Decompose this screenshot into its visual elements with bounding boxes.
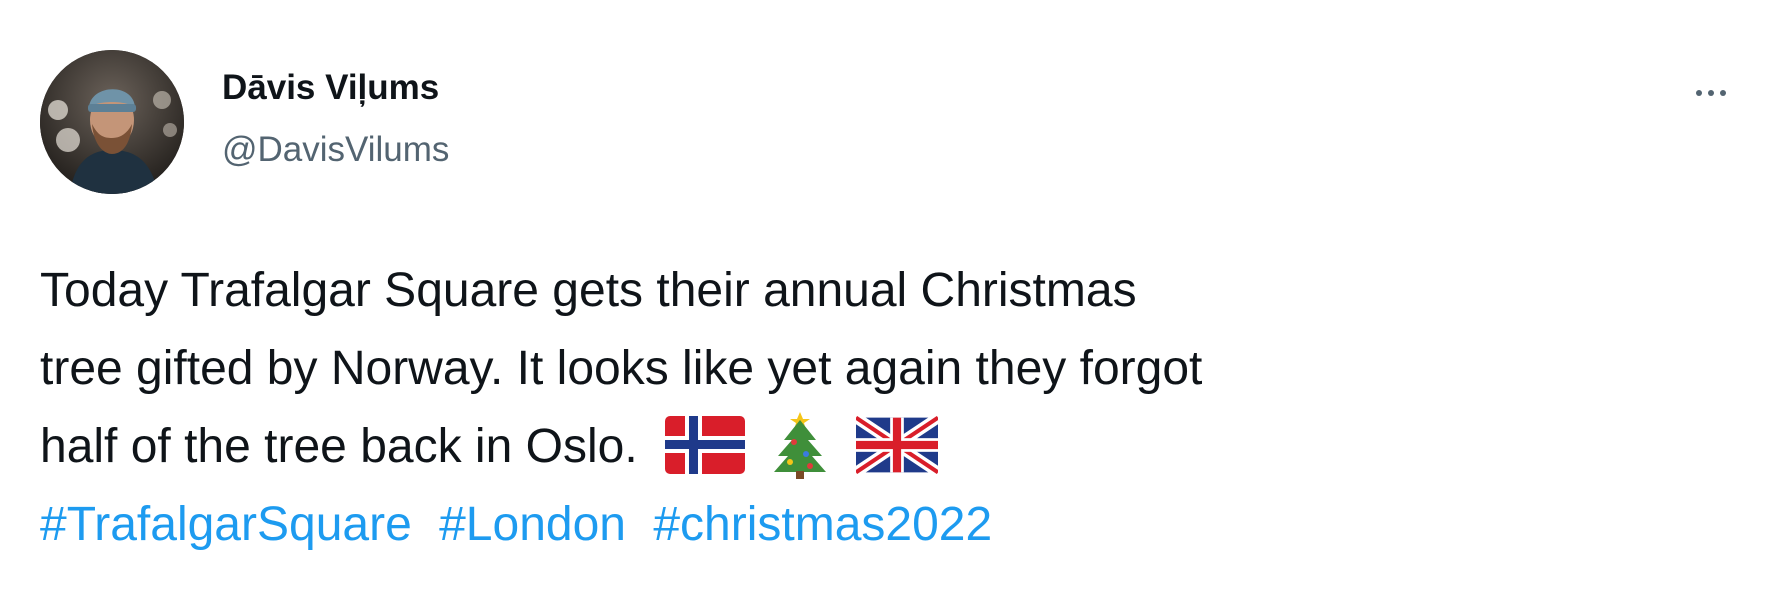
more-dot-icon	[1720, 90, 1726, 96]
hashtag-link[interactable]: #TrafalgarSquare	[40, 498, 412, 551]
hashtag-row: #TrafalgarSquare #London #christmas2022	[40, 486, 1750, 564]
more-dot-icon	[1696, 90, 1702, 96]
tweet-text-line: Today Trafalgar Square gets their annual…	[40, 264, 1137, 317]
christmas-tree-icon	[772, 410, 828, 480]
hashtag-link[interactable]: #christmas2022	[653, 498, 992, 551]
tweet-text-line: tree gifted by Norway. It looks like yet…	[40, 342, 1203, 395]
tweet-text-line: half of the tree back in Oslo.	[40, 420, 638, 473]
tweet-text-line-with-emojis: half of the tree back in Oslo.	[40, 408, 1750, 486]
more-options-button[interactable]	[1686, 78, 1736, 108]
author-info: Dāvis Viļums @DavisVilums	[222, 66, 449, 172]
flag-uk-icon	[855, 416, 938, 475]
author-display-name[interactable]: Dāvis Viļums	[222, 66, 449, 110]
flag-norway-icon	[665, 416, 745, 475]
more-dot-icon	[1708, 90, 1714, 96]
tweet-text: Today Trafalgar Square gets their annual…	[40, 252, 1750, 564]
avatar-photo	[40, 50, 184, 194]
avatar[interactable]	[40, 50, 184, 194]
hashtag-link[interactable]: #London	[439, 498, 626, 551]
tweet-card: Dāvis Viļums @DavisVilums Today Trafalga…	[0, 0, 1778, 600]
author-handle[interactable]: @DavisVilums	[222, 128, 449, 172]
